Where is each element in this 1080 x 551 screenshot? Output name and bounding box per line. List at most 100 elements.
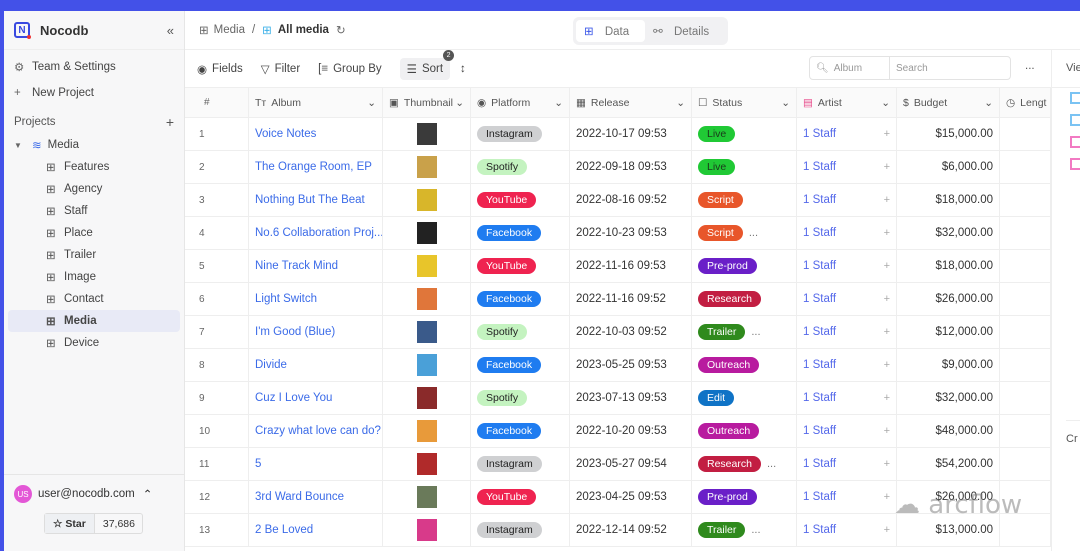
album-cell[interactable]: I'm Good (Blue) [255,326,335,338]
tab-details[interactable]: ⚯ Details [645,20,725,42]
search-input[interactable]: Search [890,57,934,79]
release-cell[interactable]: 2023-04-25 09:53 [576,491,667,503]
add-project-icon[interactable]: + [166,114,174,130]
budget-cell[interactable]: $15,000.00 [935,128,993,140]
budget-cell[interactable]: $13,000.00 [935,524,993,536]
album-cell[interactable]: 5 [255,458,261,470]
team-settings[interactable]: ⚙ Team & Settings [4,56,184,78]
add-link-icon[interactable]: + [884,161,890,173]
sidebar-item-staff[interactable]: ⊞ Staff [4,200,184,222]
status-badge[interactable]: Outreach [698,423,760,439]
album-cell[interactable]: Nine Track Mind [255,260,338,272]
column-header-artist[interactable]: ▤ Artist ⌄ [797,88,897,117]
more-tags[interactable]: ... [749,227,758,239]
album-cell[interactable]: No.6 Collaboration Proj... [255,227,382,239]
status-badge[interactable]: Trailer [698,522,746,538]
artist-link[interactable]: 1 Staff [803,260,884,272]
sort-button[interactable]: ☰ Sort 2 [399,49,455,80]
release-cell[interactable]: 2022-12-14 09:52 [576,524,667,536]
sidebar-item-trailer[interactable]: ⊞ Trailer [4,244,184,266]
add-link-icon[interactable]: + [884,392,890,404]
platform-badge[interactable]: Facebook [477,291,542,307]
artist-link[interactable]: 1 Staff [803,425,884,437]
album-cell[interactable]: The Orange Room, EP [255,161,372,173]
thumbnail-image[interactable] [416,486,437,508]
artist-link[interactable]: 1 Staff [803,524,884,536]
sidebar-item-contact[interactable]: ⊞ Contact [4,288,184,310]
status-badge[interactable]: Edit [698,390,735,406]
group-by-button[interactable]: [≡ Group By [318,63,381,75]
column-header-index[interactable]: # [185,88,249,117]
thumbnail-image[interactable] [416,189,437,211]
budget-cell[interactable]: $9,000.00 [942,359,993,371]
new-project[interactable]: + New Project [4,82,184,104]
thumbnail-image[interactable] [416,156,437,178]
add-link-icon[interactable]: + [884,128,890,140]
project-media[interactable]: ▼ ≋ Media [4,134,184,156]
album-cell[interactable]: Voice Notes [255,128,316,140]
thumbnail-image[interactable] [416,387,437,409]
breadcrumb-table[interactable]: Media [214,24,245,36]
length-cell[interactable] [1000,283,1051,315]
table-row[interactable]: 1 Voice Notes Instagram 2022-10-17 09:53… [185,118,1051,151]
platform-badge[interactable]: Spotify [477,159,528,175]
platform-badge[interactable]: Instagram [477,522,542,538]
grid-view-icon[interactable] [1070,114,1080,126]
status-badge[interactable]: Outreach [698,357,760,373]
more-options-icon[interactable]: ... [1025,60,1035,72]
artist-link[interactable]: 1 Staff [803,326,884,338]
album-cell[interactable]: 3rd Ward Bounce [255,491,344,503]
chevron-down-icon[interactable]: ⌄ [984,97,993,109]
length-cell[interactable] [1000,118,1051,150]
add-link-icon[interactable]: + [884,194,890,206]
table-row[interactable]: 4 No.6 Collaboration Proj... Facebook 20… [185,217,1051,250]
chevron-down-icon[interactable]: ⌄ [455,97,464,109]
gallery-view-icon[interactable] [1070,158,1080,170]
length-cell[interactable] [1000,316,1051,348]
fields-button[interactable]: ◉ Fields [197,62,243,76]
length-cell[interactable] [1000,250,1051,282]
album-cell[interactable]: Cuz I Love You [255,392,332,404]
length-cell[interactable] [1000,349,1051,381]
add-link-icon[interactable]: + [884,359,890,371]
release-cell[interactable]: 2022-11-16 09:52 [576,293,666,305]
user-menu[interactable]: US user@nocodb.com ⌃ [4,475,184,513]
length-cell[interactable] [1000,448,1051,480]
column-header-lengt[interactable]: ◷ Lengt [1000,88,1051,117]
tab-data[interactable]: ⊞ Data [576,20,646,42]
platform-badge[interactable]: Spotify [477,324,528,340]
sidebar-item-media[interactable]: ⊞ Media [8,310,180,332]
status-badge[interactable]: Pre-prod [698,489,757,505]
budget-cell[interactable]: $32,000.00 [935,392,993,404]
status-badge[interactable]: Live [698,126,736,142]
more-tags[interactable]: ... [767,458,776,470]
release-cell[interactable]: 2023-07-13 09:53 [576,392,667,404]
album-cell[interactable]: Light Switch [255,293,317,305]
grid-view-icon[interactable] [1070,92,1080,104]
length-cell[interactable] [1000,217,1051,249]
length-cell[interactable] [1000,382,1051,414]
chevron-down-icon[interactable]: ⌄ [781,97,790,109]
column-header-album[interactable]: Tт Album ⌄ [249,88,383,117]
sidebar-item-image[interactable]: ⊞ Image [4,266,184,288]
more-tags[interactable]: ... [751,326,760,338]
sidebar-item-place[interactable]: ⊞ Place [4,222,184,244]
length-cell[interactable] [1000,151,1051,183]
status-badge[interactable]: Script [698,225,743,241]
table-row[interactable]: 3 Nothing But The Beat YouTube 2022-08-1… [185,184,1051,217]
thumbnail-image[interactable] [416,453,437,475]
more-tags[interactable]: ... [751,524,760,536]
artist-link[interactable]: 1 Staff [803,458,884,470]
album-cell[interactable]: 2 Be Loved [255,524,313,536]
status-badge[interactable]: Research [698,291,761,307]
platform-badge[interactable]: YouTube [477,258,537,274]
github-star-button[interactable]: ☆ Star 37,686 [44,513,143,534]
sidebar-item-features[interactable]: ⊞ Features [4,156,184,178]
gallery-view-icon[interactable] [1070,136,1080,148]
thumbnail-image[interactable] [416,354,437,376]
budget-cell[interactable]: $32,000.00 [935,227,993,239]
thumbnail-image[interactable] [416,321,437,343]
search-field-select[interactable]: 🔍︎ Album [810,57,890,79]
add-link-icon[interactable]: + [884,425,890,437]
sidebar-item-device[interactable]: ⊞ Device [4,332,184,354]
